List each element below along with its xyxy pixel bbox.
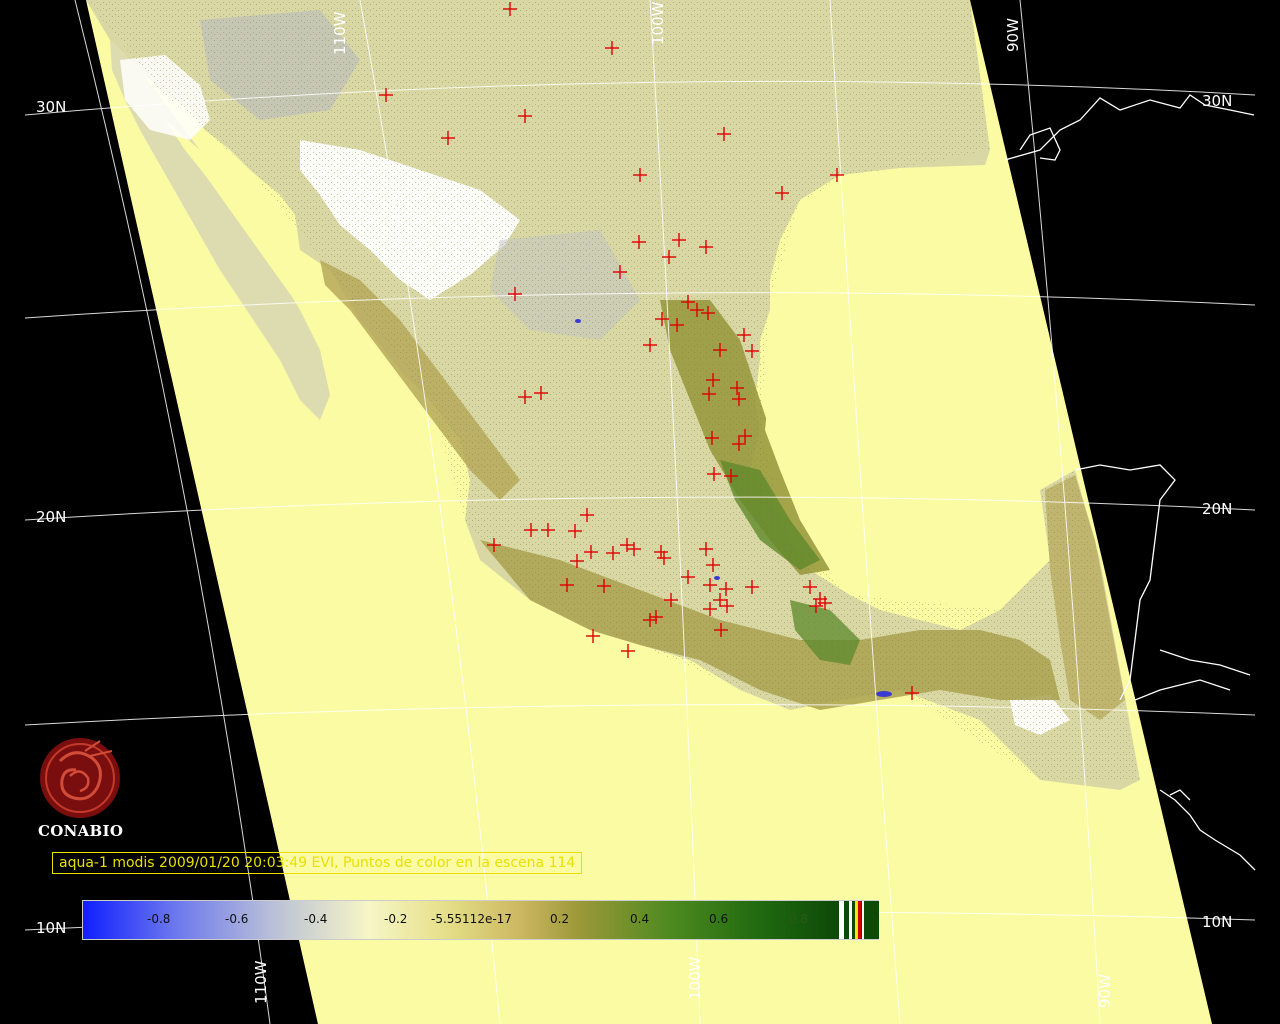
lon-label-bottom-2: 100W (686, 956, 704, 1000)
colorbar-stripe-red (858, 901, 861, 939)
colorbar-tick-label: -0.8 (147, 912, 171, 926)
colorbar-tick-label: -0.2 (384, 912, 408, 926)
evi-colorbar: -0.8 -0.6 -0.4 -0.2 -5.55112e-17 0.2 0.4… (82, 900, 879, 940)
colorbar-stripe-white (839, 901, 844, 939)
lat-label-right-3: 10N (1202, 913, 1232, 931)
org-name: CONABIO (38, 822, 124, 840)
colorbar-stripe-white-3 (862, 901, 864, 939)
colorbar-tick-label: 0.4 (630, 912, 650, 926)
lake-small (575, 319, 581, 323)
colorbar-tail (835, 901, 879, 939)
colorbar-tick-label: -0.6 (225, 912, 249, 926)
lat-label-left-3: 10N (36, 919, 66, 937)
lon-label-bottom-3: 90W (1096, 974, 1114, 1008)
lat-label-left-2: 20N (36, 508, 66, 526)
lon-label-top-3: 90W (1004, 18, 1022, 52)
lat-label-left-1: 30N (36, 98, 66, 116)
lake-chapala (876, 691, 892, 697)
lat-label-right-1: 30N (1202, 92, 1232, 110)
colorbar-tick-label: 0.6 (709, 912, 729, 926)
colorbar-tick-label: 0.2 (550, 912, 570, 926)
colorbar-tick-label: -0.4 (304, 912, 328, 926)
colorbar-stripe-white-2 (849, 901, 852, 939)
lon-label-top-1: 110W (331, 11, 349, 55)
lat-label-right-2: 20N (1202, 500, 1232, 518)
lon-label-top-2: 100W (649, 1, 667, 45)
lake-small-2 (714, 576, 720, 580)
colorbar-tick-label: 0.8 (789, 912, 809, 926)
lon-label-bottom-1: 110W (252, 960, 270, 1004)
scene-caption: aqua-1 modis 2009/01/20 20:03:49 EVI, Pu… (52, 852, 583, 874)
colorbar-tick-label: -5.55112e-17 (431, 912, 512, 926)
